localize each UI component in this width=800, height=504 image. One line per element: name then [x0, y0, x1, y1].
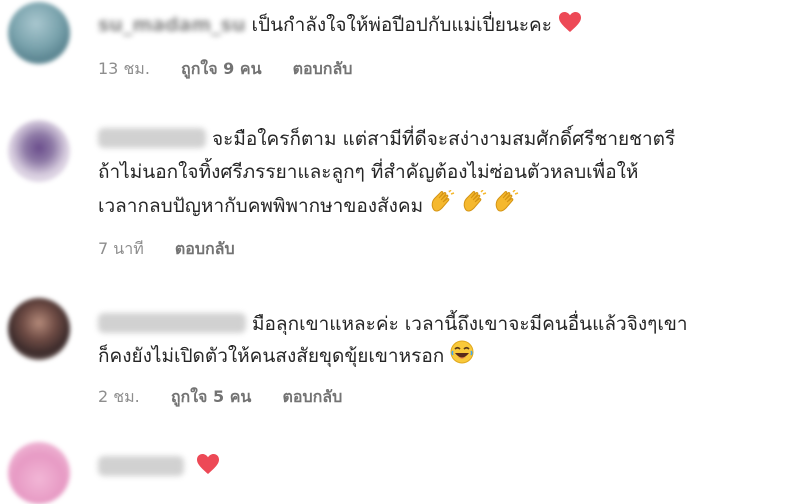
comment-text: เวลากลบปัญหากับคพพิพากษาของสังคม — [98, 195, 424, 217]
comment-meta: 13 ชม. ถูกใจ 9 คน ตอบกลับ — [98, 58, 378, 80]
username[interactable] — [98, 128, 206, 148]
clapping-hands-icon — [429, 190, 455, 214]
reply-button[interactable]: ตอบกลับ — [293, 59, 353, 78]
comment-text-line: su_madam_su เป็นกำลังใจให้พ่อปีอปกับแม่เป… — [98, 10, 582, 40]
likes-count-link[interactable]: ถูกใจ 5 คน — [171, 387, 251, 406]
comment-time: 7 นาที — [98, 239, 144, 258]
comment-text: จะมือใครก็ตาม แต่สามีที่ดีจะสง่างามสมศัก… — [212, 128, 676, 150]
reply-button[interactable]: ตอบกลับ — [175, 239, 235, 258]
avatar[interactable] — [8, 298, 70, 360]
comment-text: เป็นกำลังใจให้พ่อปีอปกับแม่เปี่ยนะคะ — [251, 14, 552, 36]
comment-text-line: เวลากลบปัญหากับคพพิพากษาของสังคม — [98, 190, 519, 221]
comment-text-line: ก็คงยังไม่เปิดตัวให้คนสงสัยขุดขุ้ยเขาหรอ… — [98, 340, 474, 371]
comment-meta: 7 นาที ตอบกลับ — [98, 238, 261, 260]
comment-text: ถ้าไม่นอกใจทิ้งศรีภรรยาและลูกๆ ที่สำคัญต… — [98, 161, 639, 183]
comment-text-line: ถ้าไม่นอกใจทิ้งศรีภรรยาและลูกๆ ที่สำคัญต… — [98, 157, 638, 187]
likes-count-link[interactable]: ถูกใจ 9 คน — [181, 59, 261, 78]
comment-text: มือลุกเขาแหละค่ะ เวลานี้ถึงเขาจะมีคนอื่น… — [252, 313, 688, 335]
avatar[interactable] — [8, 442, 70, 504]
red-heart-icon — [196, 453, 220, 475]
clapping-hands-icon — [461, 190, 487, 214]
username[interactable]: su_madam_su — [98, 10, 246, 40]
avatar[interactable] — [8, 120, 70, 182]
clapping-hands-icon — [493, 190, 519, 214]
comment-text-line: จะมือใครก็ตาม แต่สามีที่ดีจะสง่างามสมศัก… — [98, 124, 675, 154]
avatar[interactable] — [8, 2, 70, 64]
comment-time: 13 ชม. — [98, 59, 150, 78]
comment-text-line: มือลุกเขาแหละค่ะ เวลานี้ถึงเขาจะมีคนอื่น… — [98, 309, 688, 339]
reply-button[interactable]: ตอบกลับ — [282, 387, 342, 406]
comment-time: 2 ชม. — [98, 387, 140, 406]
username[interactable] — [98, 456, 184, 476]
comment-text: ก็คงยังไม่เปิดตัวให้คนสงสัยขุดขุ้ยเขาหรอ… — [98, 345, 445, 367]
laughing-face-icon — [450, 340, 474, 364]
red-heart-icon — [558, 11, 582, 33]
comment-text-line — [98, 452, 220, 482]
username[interactable] — [98, 313, 246, 333]
comment-meta: 2 ชม. ถูกใจ 5 คน ตอบกลับ — [98, 386, 368, 408]
